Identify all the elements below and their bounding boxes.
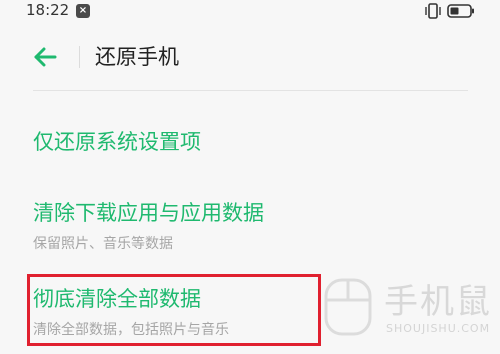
status-bar: 18:22 ×: [0, 0, 500, 26]
option-title: 仅还原系统设置项: [33, 130, 201, 154]
section-divider: [33, 90, 468, 91]
highlight-box: [27, 274, 321, 346]
header: 还原手机: [0, 26, 500, 90]
watermark: 手机鼠 SHOUJISHU.COM: [320, 270, 496, 350]
header-divider: [79, 46, 80, 68]
vibrate-icon: [425, 3, 441, 19]
page-title: 还原手机: [95, 45, 179, 69]
watermark-text: 手机鼠: [384, 282, 492, 322]
close-box-icon: ×: [76, 4, 90, 18]
back-button[interactable]: [30, 42, 60, 72]
arrow-left-icon: [34, 47, 57, 67]
mouse-logo-icon: [324, 278, 372, 336]
option-subtitle: 保留照片、音乐等数据: [33, 236, 173, 252]
watermark-subtext: SHOUJISHU.COM: [386, 322, 491, 335]
option-title: 清除下载应用与应用数据: [33, 201, 264, 225]
battery-icon: [447, 4, 474, 18]
option-clear-apps-data[interactable]: 清除下载应用与应用数据 保留照片、音乐等数据: [33, 197, 473, 253]
option-reset-system-settings[interactable]: 仅还原系统设置项: [33, 126, 473, 156]
status-time: 18:22: [26, 1, 70, 19]
